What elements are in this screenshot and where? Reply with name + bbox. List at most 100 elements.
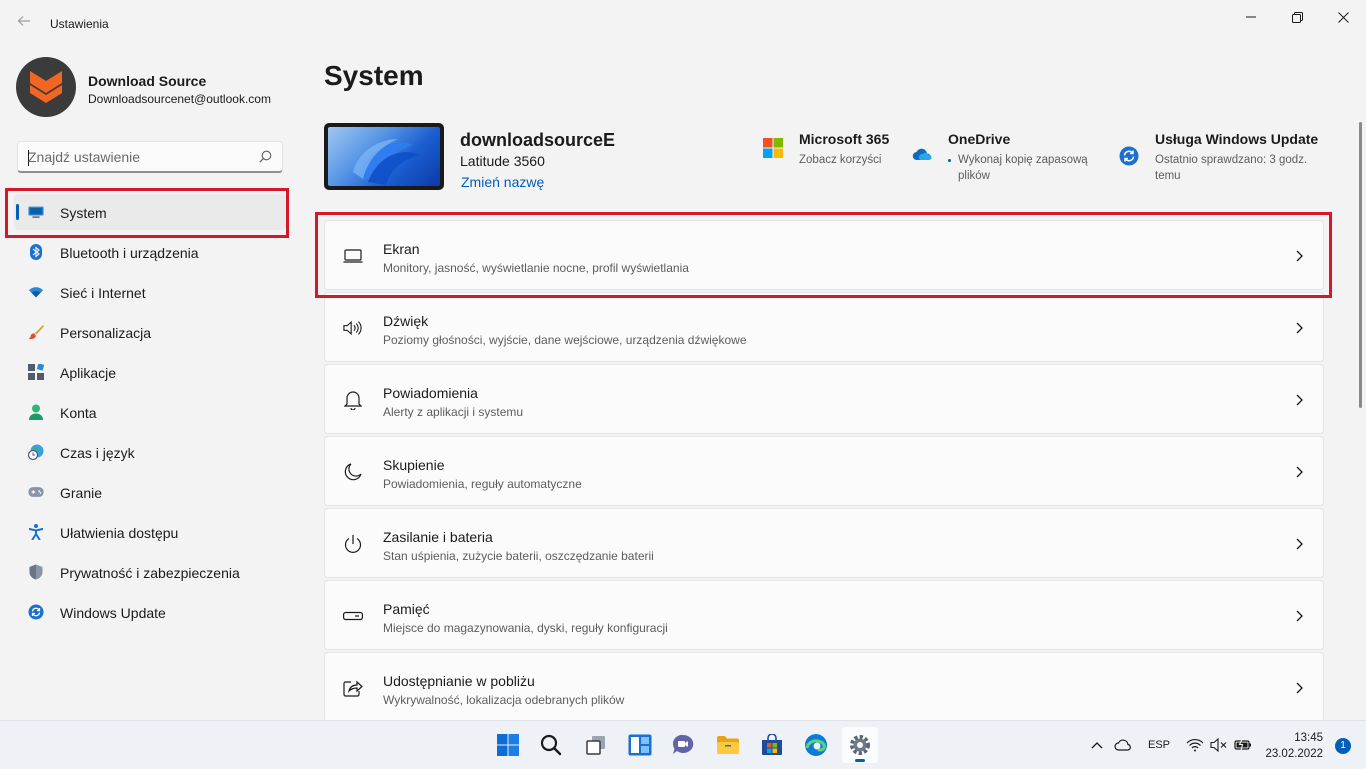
search-icon[interactable] (259, 150, 272, 163)
sidebar-item-time-language[interactable]: Czas i język (14, 434, 286, 470)
wifi-icon (28, 284, 44, 300)
store-icon (762, 734, 782, 755)
sidebar-item-label: Ułatwienia dostępu (60, 525, 179, 541)
sidebar-item-label: Personalizacja (60, 325, 152, 341)
weather-cloud-icon[interactable] (1114, 738, 1132, 752)
arrow-left-icon (17, 16, 30, 26)
sidebar-item-system[interactable]: System (14, 194, 286, 230)
chevron-up-icon[interactable] (1090, 740, 1104, 750)
chevron-right-icon (1296, 394, 1303, 406)
card-subtitle: Wykrywalność, lokalizacja odebranych pli… (383, 693, 625, 707)
setting-card-notifications[interactable]: Powiadomienia Alerty z aplikacji i syste… (324, 364, 1324, 434)
card-subtitle: Miejsce do magazynowania, dyski, reguły … (383, 621, 668, 635)
wifi-icon[interactable] (1186, 738, 1204, 752)
sidebar-item-personalization[interactable]: Personalizacja (14, 314, 286, 350)
microsoft-store-button[interactable] (754, 727, 790, 763)
rename-link[interactable]: Zmień nazwę (461, 174, 544, 190)
setting-card-power[interactable]: Zasilanie i bateria Stan uśpienia, zużyc… (324, 508, 1324, 578)
brush-icon (28, 324, 44, 340)
card-title: Zasilanie i bateria (383, 529, 493, 545)
sidebar-item-privacy[interactable]: Prywatność i zabezpieczenia (14, 554, 286, 590)
card-subtitle: Monitory, jasność, wyświetlanie nocne, p… (383, 261, 689, 275)
info-title: OneDrive (948, 131, 1011, 147)
task-view-icon (586, 736, 605, 755)
sidebar-item-apps[interactable]: Aplikacje (14, 354, 286, 390)
sidebar-item-windows-update[interactable]: Windows Update (14, 594, 286, 630)
setting-card-nearby-sharing[interactable]: Udostępnianie w pobliżu Wykrywalność, lo… (324, 652, 1324, 722)
card-subtitle: Alerty z aplikacji i systemu (383, 405, 524, 419)
sidebar-item-label: Aplikacje (60, 365, 117, 381)
wallpaper-thumbnail (328, 127, 440, 186)
start-button[interactable] (490, 727, 526, 763)
apps-icon (28, 364, 44, 380)
avatar (16, 57, 76, 117)
folder-icon (717, 736, 739, 754)
sidebar-item-gaming[interactable]: Granie (14, 474, 286, 510)
taskbar: ESP 13:45 23.02.2022 1 (0, 720, 1366, 768)
shield-icon (28, 564, 44, 580)
sidebar-item-accessibility[interactable]: Ułatwienia dostępu (14, 514, 286, 550)
info-subtitle: Wykonaj kopię zapasową plików (958, 154, 1088, 182)
scrollbar-thumb[interactable] (1359, 122, 1362, 408)
search-input[interactable] (26, 147, 246, 167)
input-language[interactable]: ESP (1148, 739, 1170, 751)
storage-icon (343, 606, 363, 626)
battery-charging-icon[interactable] (1234, 738, 1252, 752)
share-icon (343, 678, 363, 698)
gamepad-icon (28, 484, 44, 500)
setting-card-focus[interactable]: Skupienie Powiadomienia, reguły automaty… (324, 436, 1324, 506)
sidebar-item-bluetooth[interactable]: Bluetooth i urządzenia (14, 234, 286, 270)
back-button[interactable] (14, 14, 34, 34)
info-subtitle: Ostatnio sprawdzano: 3 godz. temu (1155, 154, 1308, 182)
card-subtitle: Poziomy głośności, wyjście, dane wejścio… (383, 333, 747, 347)
card-subtitle: Stan uśpienia, zużycie baterii, oszczędz… (383, 549, 654, 563)
windows-update-tile[interactable]: Usługa Windows Update Ostatnio sprawdzan… (1119, 130, 1324, 185)
settings-app-button[interactable] (842, 727, 878, 763)
maximize-button[interactable] (1274, 6, 1320, 28)
sidebar-item-label: Granie (60, 485, 103, 501)
sidebar-item-label: Konta (60, 405, 97, 421)
setting-card-display[interactable]: Ekran Monitory, jasność, wyświetlanie no… (324, 220, 1324, 290)
info-subtitle: Zobacz korzyści (799, 154, 882, 166)
card-title: Skupienie (383, 457, 445, 473)
sidebar-item-label: Czas i język (60, 445, 135, 461)
setting-card-sound[interactable]: Dźwięk Poziomy głośności, wyjście, dane … (324, 292, 1324, 362)
card-title: Pamięć (383, 601, 430, 617)
widgets-button[interactable] (622, 727, 658, 763)
taskbar-search-button[interactable] (533, 727, 569, 763)
sidebar-nav: System Bluetooth i urządzenia Sieć i Int… (14, 194, 286, 634)
setting-card-storage[interactable]: Pamięć Miejsce do magazynowania, dyski, … (324, 580, 1324, 650)
notification-badge[interactable]: 1 (1335, 738, 1351, 754)
edge-icon (805, 734, 827, 756)
card-title: Powiadomienia (383, 385, 478, 401)
sidebar-item-label: Bluetooth i urządzenia (60, 245, 199, 261)
sidebar-item-accounts[interactable]: Konta (14, 394, 286, 430)
file-explorer-button[interactable] (710, 727, 746, 763)
chevron-right-icon (1296, 538, 1303, 550)
taskbar-clock[interactable]: 13:45 23.02.2022 (1265, 730, 1323, 762)
profile-name: Download Source (88, 73, 207, 89)
volume-muted-icon[interactable] (1210, 738, 1228, 752)
accessibility-icon (28, 524, 44, 540)
chevron-right-icon (1296, 682, 1303, 694)
card-title: Dźwięk (383, 313, 429, 329)
sidebar-item-label: Sieć i Internet (60, 285, 146, 301)
minimize-button[interactable] (1228, 6, 1274, 28)
sidebar-item-network[interactable]: Sieć i Internet (14, 274, 286, 310)
download-source-logo-icon (30, 71, 62, 103)
bell-icon (343, 390, 363, 410)
info-title: Usługa Windows Update (1155, 131, 1319, 147)
sidebar-item-label: Prywatność i zabezpieczenia (60, 565, 240, 581)
card-title: Ekran (383, 241, 420, 257)
title-bar: Ustawienia (0, 0, 1366, 48)
windows-update-icon (1119, 146, 1139, 166)
onedrive-tile[interactable]: OneDrive Wykonaj kopię zapasową plików (912, 130, 1102, 185)
edge-button[interactable] (798, 727, 834, 763)
close-button[interactable] (1320, 6, 1366, 28)
teams-chat-button[interactable] (665, 727, 701, 763)
task-view-button[interactable] (578, 727, 614, 763)
user-profile[interactable]: Download Source Downloadsourcenet@outloo… (16, 57, 296, 117)
microsoft-365-tile[interactable]: Microsoft 365 Zobacz korzyści (763, 130, 903, 180)
settings-search[interactable] (17, 141, 283, 173)
gear-icon (850, 735, 870, 755)
